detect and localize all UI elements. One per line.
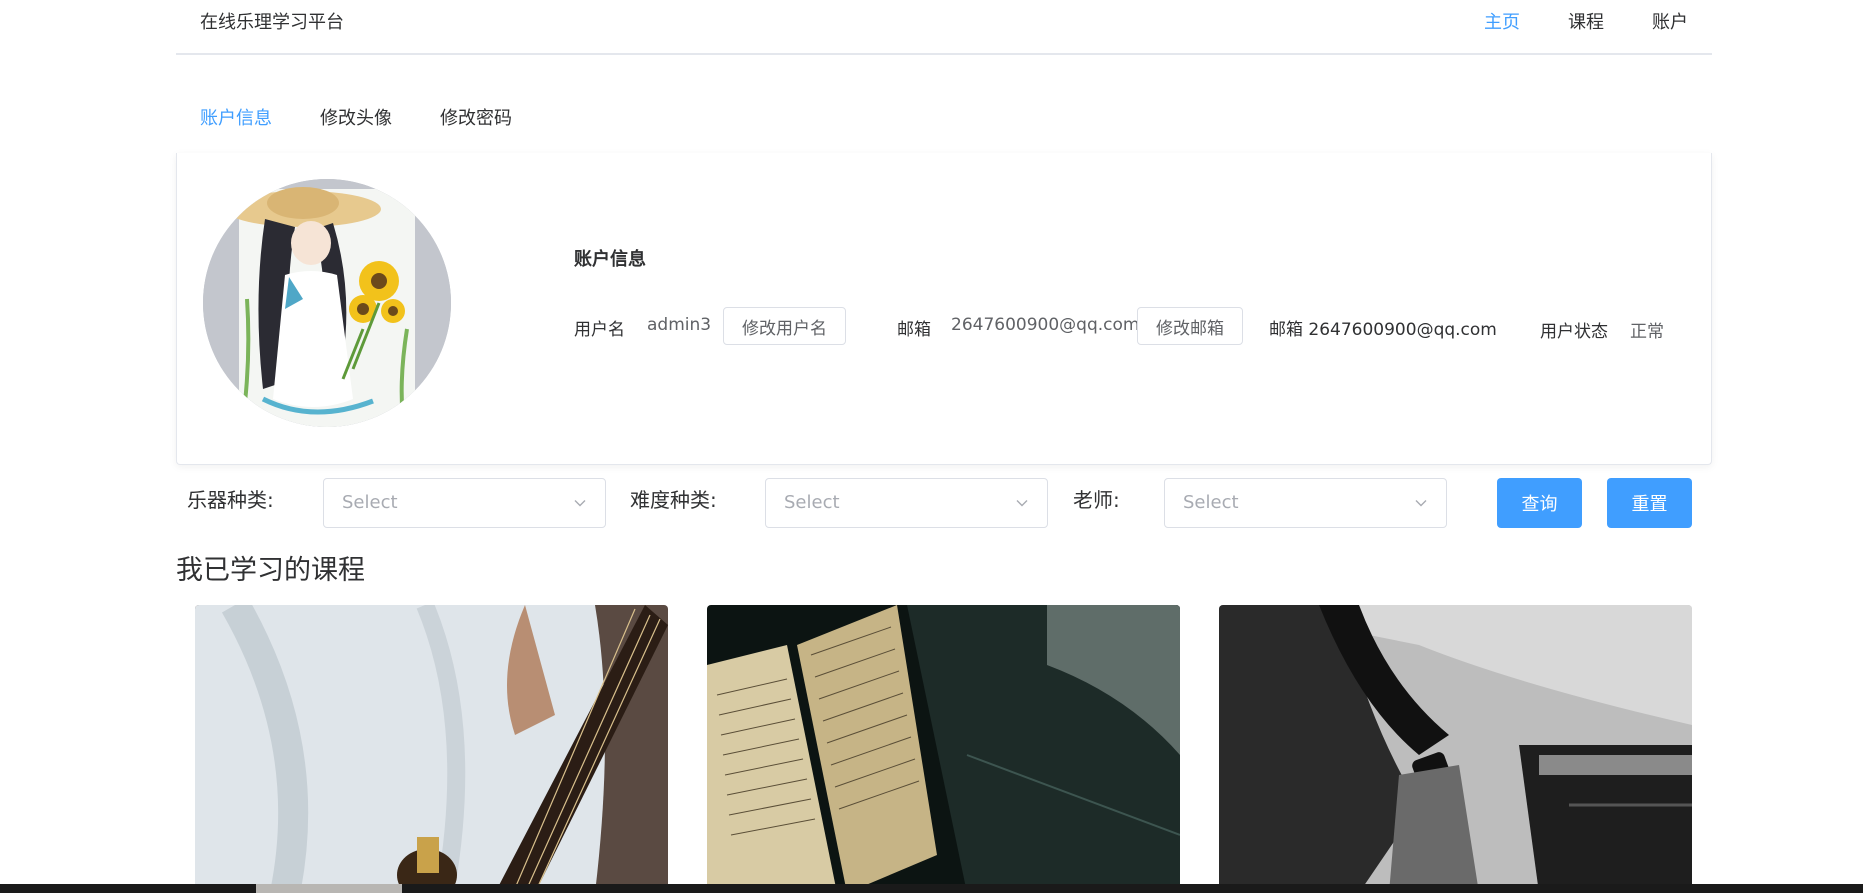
avatar-image bbox=[203, 179, 451, 427]
email-combined-text: 邮箱 2647600900@qq.com bbox=[1269, 320, 1497, 340]
chevron-down-icon bbox=[574, 500, 586, 507]
difficulty-select-placeholder: Select bbox=[784, 492, 840, 513]
account-info-row: 用户名 admin3 修改用户名 邮箱 2647600900@qq.com 修改… bbox=[574, 307, 1694, 345]
bottom-scroll-strip bbox=[0, 884, 1863, 893]
account-tabs: 账户信息 修改头像 修改密码 bbox=[176, 96, 1712, 155]
reset-button[interactable]: 重置 bbox=[1607, 478, 1692, 528]
edit-username-button[interactable]: 修改用户名 bbox=[723, 307, 846, 345]
nav-item-account[interactable]: 账户 bbox=[1652, 8, 1688, 34]
course-card-sheet-music[interactable] bbox=[707, 605, 1180, 893]
email-label: 邮箱 bbox=[897, 320, 931, 340]
top-header: 在线乐理学习平台 主页 课程 账户 bbox=[176, 0, 1712, 55]
tab-account-info[interactable]: 账户信息 bbox=[176, 96, 296, 155]
nav-item-home[interactable]: 主页 bbox=[1484, 8, 1520, 34]
course-card-piano[interactable] bbox=[1219, 605, 1692, 893]
account-info-card: 账户信息 用户名 admin3 修改用户名 邮箱 2647600900@qq.c… bbox=[176, 153, 1712, 465]
course-filters: 乐器种类: Select 难度种类: Select 老师: Select 查询 … bbox=[176, 478, 1712, 530]
nav-item-courses[interactable]: 课程 bbox=[1568, 8, 1604, 34]
site-brand[interactable]: 在线乐理学习平台 bbox=[200, 8, 344, 34]
user-status-label: 用户状态 bbox=[1540, 322, 1608, 342]
search-button[interactable]: 查询 bbox=[1497, 478, 1582, 528]
instrument-filter-label: 乐器种类: bbox=[187, 488, 274, 512]
course-image-guitar bbox=[195, 605, 668, 893]
teacher-select-placeholder: Select bbox=[1183, 492, 1239, 513]
chevron-down-icon bbox=[1016, 500, 1028, 507]
bottom-strip-highlight bbox=[256, 884, 402, 893]
tab-change-password[interactable]: 修改密码 bbox=[416, 96, 536, 154]
username-value: admin3 bbox=[647, 315, 712, 335]
tab-change-avatar[interactable]: 修改头像 bbox=[296, 96, 416, 154]
course-image-sheet-music bbox=[707, 605, 1180, 893]
teacher-filter-label: 老师: bbox=[1073, 488, 1120, 512]
chevron-down-icon bbox=[1415, 500, 1427, 507]
top-nav: 主页 课程 账户 bbox=[1460, 8, 1712, 34]
course-card-guitar[interactable] bbox=[195, 605, 668, 893]
difficulty-filter-label: 难度种类: bbox=[630, 488, 717, 512]
edit-email-button[interactable]: 修改邮箱 bbox=[1137, 307, 1243, 345]
learned-courses-title: 我已学习的课程 bbox=[176, 555, 365, 586]
user-status-value: 正常 bbox=[1630, 322, 1664, 342]
account-info-title: 账户信息 bbox=[574, 249, 646, 270]
username-label: 用户名 bbox=[574, 320, 625, 340]
instrument-select[interactable]: Select bbox=[323, 478, 606, 528]
course-image-piano bbox=[1219, 605, 1692, 893]
difficulty-select[interactable]: Select bbox=[765, 478, 1048, 528]
avatar bbox=[203, 179, 451, 427]
teacher-select[interactable]: Select bbox=[1164, 478, 1447, 528]
instrument-select-placeholder: Select bbox=[342, 492, 398, 513]
email-value: 2647600900@qq.com bbox=[951, 315, 1140, 335]
